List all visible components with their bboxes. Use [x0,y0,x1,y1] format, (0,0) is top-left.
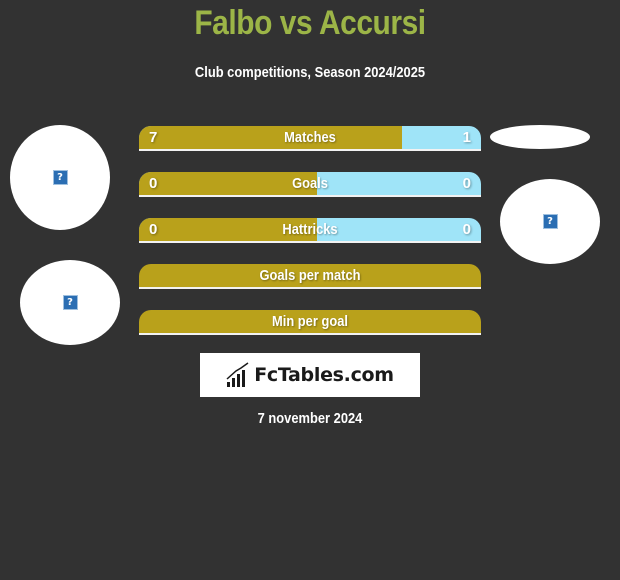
broken-image-icon: ? [542,214,558,229]
stat-bar-matches: 7 Matches 1 [139,126,481,151]
competition-subtitle: Club competitions, Season 2024/2025 [194,64,426,81]
stat-value-left: 0 [149,221,158,238]
stat-value-right: 0 [462,175,471,192]
stat-bar-min-per-goal: Min per goal [139,310,481,335]
stat-label: Matches [284,129,336,146]
team-right-logo: ? [500,179,600,264]
stat-bar-hattricks: 0 Hattricks 0 [139,218,481,243]
stat-value-left: 7 [149,129,158,146]
stat-value-right: 1 [462,129,471,146]
stat-label: Hattricks [282,221,338,238]
broken-image-icon: ? [62,295,78,310]
player-left-avatar: ? [10,125,110,230]
match-date: 7 november 2024 [257,410,363,427]
stat-bar-goals: 0 Goals 0 [139,172,481,197]
broken-image-icon: ? [52,170,68,185]
player-right-avatar [490,125,590,149]
stat-label: Min per goal [272,313,348,330]
stat-value-left: 0 [149,175,158,192]
bar-chart-icon [226,362,249,387]
team-left-logo: ? [20,260,120,345]
stat-value-right: 0 [462,221,471,238]
stat-label: Goals per match [259,267,361,284]
fctables-logo[interactable]: FcTables.com [200,353,420,397]
logo-text: FcTables.com [254,364,394,386]
stat-bar-goals-per-match: Goals per match [139,264,481,289]
stat-label: Goals [292,175,328,192]
page-title: Falbo vs Accursi [194,4,426,42]
